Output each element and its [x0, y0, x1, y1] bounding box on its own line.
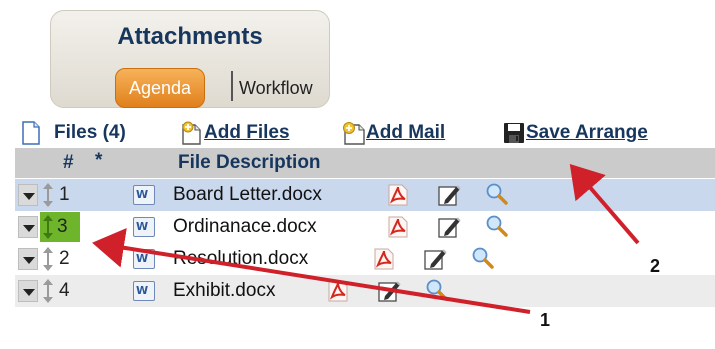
tab-separator	[231, 71, 233, 101]
add-files-link[interactable]: Add Files	[204, 122, 290, 144]
attachments-title: Attachments	[117, 23, 263, 50]
add-files-button[interactable]: Add Files	[180, 118, 290, 148]
edit-icon[interactable]	[437, 215, 461, 239]
file-name-link[interactable]: Resolution.docx	[173, 248, 308, 270]
column-number-header[interactable]: #	[63, 152, 74, 174]
pdf-icon[interactable]	[373, 247, 395, 271]
row-number: 3	[57, 216, 68, 237]
save-icon	[502, 121, 526, 145]
magnifier-icon[interactable]	[425, 278, 449, 302]
files-toolbar: Files (4) Add Files Add Mail Save Arrang…	[0, 118, 715, 148]
pdf-icon[interactable]	[387, 215, 409, 239]
table-row[interactable]: 3 W Ordinanace.docx	[15, 211, 715, 243]
tab-workflow[interactable]: Workflow	[239, 78, 313, 99]
add-mail-link[interactable]: Add Mail	[366, 122, 445, 144]
expand-toggle[interactable]	[18, 248, 38, 270]
files-count: Files (4)	[22, 118, 126, 148]
word-doc-icon: W	[133, 217, 155, 237]
drag-handle-icon[interactable]	[43, 279, 53, 303]
callout-label-1: 1	[540, 310, 551, 330]
document-icon	[22, 121, 40, 145]
moved-row-highlight: 3	[40, 212, 80, 242]
add-file-icon	[180, 121, 204, 145]
expand-toggle[interactable]	[18, 184, 38, 206]
add-mail-button[interactable]: Add Mail	[340, 118, 445, 148]
word-doc-icon: W	[133, 185, 155, 205]
add-mail-icon	[340, 121, 366, 145]
magnifier-icon[interactable]	[485, 214, 509, 238]
files-label: Files (4)	[54, 122, 126, 143]
table-row[interactable]: 4 W Exhibit.docx	[15, 275, 715, 307]
expand-toggle[interactable]	[18, 216, 38, 238]
file-name-link[interactable]: Board Letter.docx	[173, 184, 322, 206]
word-doc-icon: W	[133, 281, 155, 301]
table-row[interactable]: 1 W Board Letter.docx	[15, 179, 715, 211]
column-star-header[interactable]: *	[95, 150, 102, 172]
row-number: 4	[59, 280, 70, 301]
tab-agenda[interactable]: Agenda	[115, 68, 205, 108]
file-name-link[interactable]: Ordinanace.docx	[173, 216, 317, 238]
pdf-icon[interactable]	[327, 279, 349, 303]
edit-icon[interactable]	[377, 279, 401, 303]
expand-toggle[interactable]	[18, 280, 38, 302]
callout-label-2: 2	[650, 256, 661, 276]
drag-handle-icon[interactable]	[43, 247, 53, 271]
word-doc-icon: W	[133, 249, 155, 269]
attachments-panel: Attachments Agenda Workflow	[50, 10, 330, 108]
pdf-icon[interactable]	[387, 183, 409, 207]
column-description-header[interactable]: File Description	[178, 152, 321, 174]
magnifier-icon[interactable]	[485, 182, 509, 206]
drag-handle-icon[interactable]	[43, 183, 53, 207]
save-arrange-link[interactable]: Save Arrange	[526, 122, 648, 144]
drag-handle-icon[interactable]	[43, 215, 53, 239]
file-name-link[interactable]: Exhibit.docx	[173, 280, 275, 302]
edit-icon[interactable]	[423, 247, 447, 271]
row-number: 2	[59, 248, 70, 269]
row-number: 1	[59, 184, 70, 205]
save-arrange-button[interactable]: Save Arrange	[502, 118, 648, 148]
magnifier-icon[interactable]	[471, 246, 495, 270]
table-row[interactable]: 2 W Resolution.docx	[15, 243, 715, 275]
grid-header: # * File Description	[15, 148, 715, 178]
edit-icon[interactable]	[437, 183, 461, 207]
